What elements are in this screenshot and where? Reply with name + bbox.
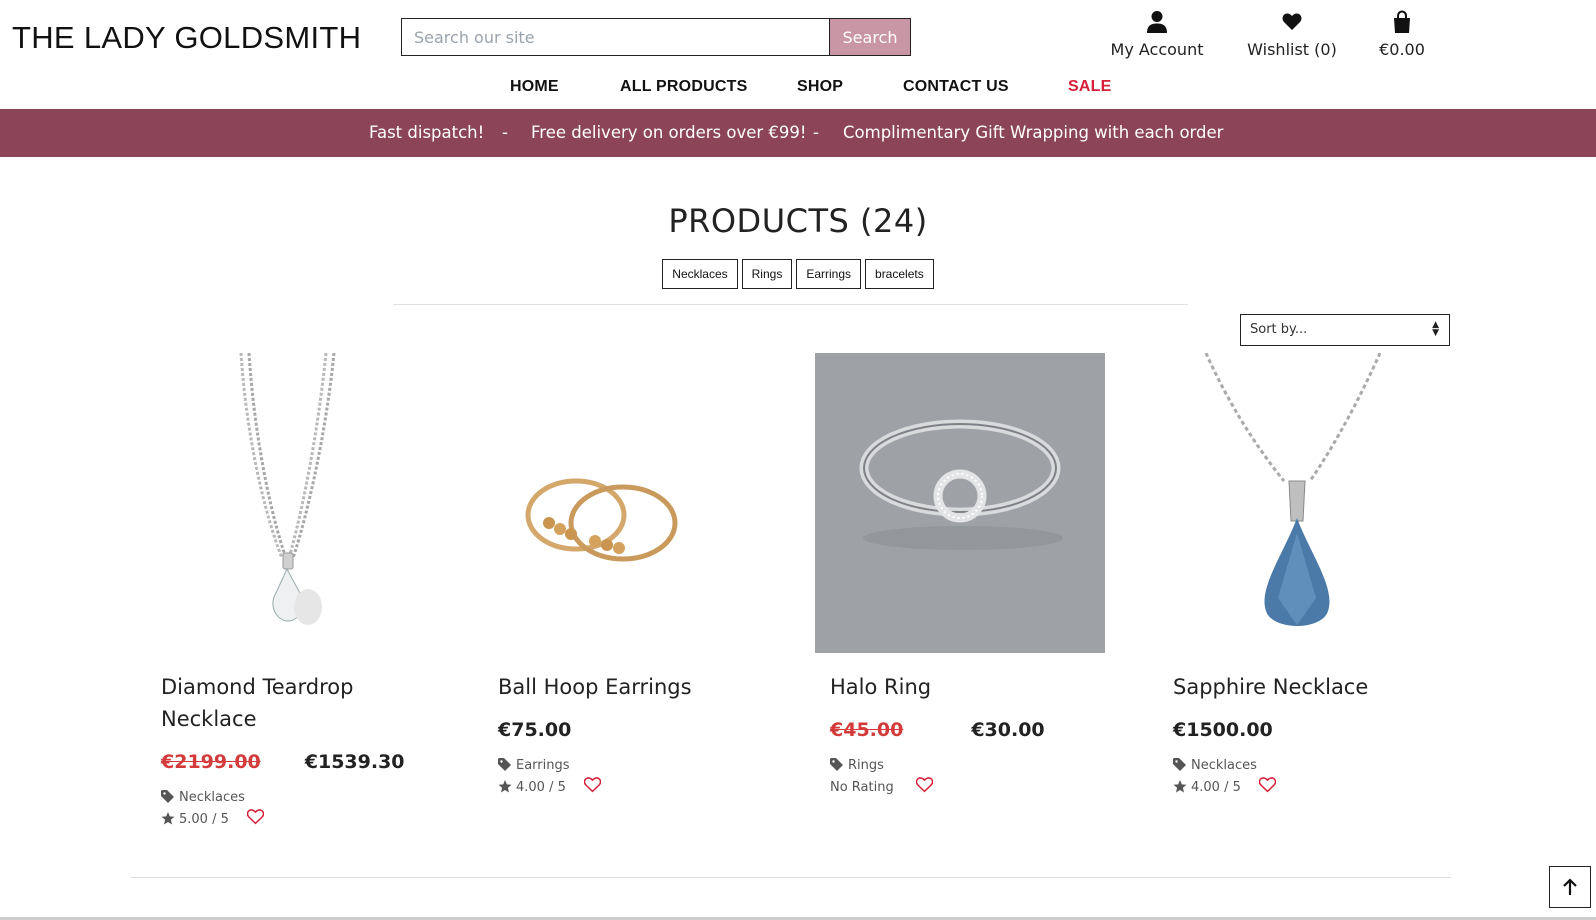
category-label: Necklaces [179, 790, 245, 805]
sort-select[interactable]: Sort by... ▲ ▼ [1240, 314, 1450, 346]
promo-separator: - [813, 123, 819, 142]
star-icon [1173, 780, 1187, 793]
promo-banner: Fast dispatch! - Free delivery on orders… [0, 109, 1596, 157]
product-price: €1500.00 [1173, 719, 1273, 741]
product-rating: 4.00 / 5 [498, 780, 566, 795]
star-icon [498, 780, 512, 793]
rating-label: 5.00 / 5 [179, 812, 229, 827]
sort-label: Sort by... [1250, 322, 1308, 337]
product-category[interactable]: Rings [830, 758, 884, 773]
arrow-up-icon [1563, 878, 1577, 895]
add-to-wishlist-heart-icon[interactable] [916, 777, 933, 793]
my-account-label: My Account [1110, 40, 1204, 59]
product-name[interactable]: Halo Ring [830, 671, 1100, 703]
tag-icon [830, 758, 843, 771]
heart-icon [1282, 13, 1302, 30]
nav-home[interactable]: HOME [510, 78, 559, 96]
page-title: PRODUCTS (24) [668, 202, 928, 240]
promo-free-delivery: Free delivery on orders over €99! [531, 123, 807, 142]
sale-price: €30.00 [971, 719, 1045, 741]
category-label: Earrings [516, 758, 570, 773]
wishlist-link[interactable]: Wishlist (0) [1242, 10, 1342, 59]
product-category[interactable]: Necklaces [161, 790, 245, 805]
tag-icon [161, 790, 174, 803]
shopping-bag-link[interactable]: €0.00 [1362, 10, 1442, 59]
category-label: Necklaces [1191, 758, 1257, 773]
category-earrings-button[interactable]: Earrings [796, 259, 862, 289]
product-category[interactable]: Earrings [498, 758, 570, 773]
product-category[interactable]: Necklaces [1173, 758, 1257, 773]
original-price: €45.00 [830, 719, 904, 741]
rating-label: 4.00 / 5 [516, 780, 566, 795]
search-button[interactable]: Search [829, 18, 911, 56]
product-price: €75.00 [498, 719, 571, 741]
rating-label: No Rating [830, 780, 894, 795]
user-icon [1147, 11, 1167, 33]
product-price: €2199.00 €1539.30 [161, 751, 405, 773]
product-rating: 5.00 / 5 [161, 812, 229, 827]
divider [393, 304, 1188, 305]
back-to-top-button[interactable] [1549, 866, 1591, 908]
product-rating: No Rating [830, 780, 894, 795]
price: €75.00 [498, 719, 572, 741]
wishlist-label: Wishlist (0) [1247, 40, 1337, 59]
product-image[interactable] [815, 353, 1105, 653]
tag-icon [498, 758, 511, 771]
nav-sale[interactable]: SALE [1068, 78, 1111, 96]
category-rings-button[interactable]: Rings [741, 259, 793, 289]
product-price: €45.00 €30.00 [830, 719, 1045, 741]
shopping-bag-icon [1394, 10, 1410, 33]
category-necklaces-button[interactable]: Necklaces [662, 259, 738, 289]
promo-gift-wrapping: Complimentary Gift Wrapping with each or… [843, 123, 1224, 142]
search-bar: Search [401, 18, 911, 56]
price: €1500.00 [1173, 719, 1273, 741]
sale-price: €1539.30 [304, 751, 405, 773]
product-name[interactable]: Sapphire Necklace [1173, 671, 1443, 703]
divider [131, 877, 1451, 878]
my-account-link[interactable]: My Account [1107, 10, 1207, 59]
category-filters: Necklaces Rings Earrings bracelets [0, 259, 1596, 289]
main-nav: HOME ALL PRODUCTS SHOP CONTACT US SALE [0, 78, 1596, 100]
product-name[interactable]: Ball Hoop Earrings [498, 671, 768, 703]
nav-contact-us[interactable]: CONTACT US [903, 78, 1009, 96]
bag-total: €0.00 [1379, 40, 1425, 59]
category-bracelets-button[interactable]: bracelets [865, 259, 934, 289]
site-logo[interactable]: THE LADY GOLDSMITH [12, 20, 361, 56]
rating-label: 4.00 / 5 [1191, 780, 1241, 795]
add-to-wishlist-heart-icon[interactable] [1259, 777, 1276, 793]
product-rating: 4.00 / 5 [1173, 780, 1241, 795]
promo-separator: - [502, 123, 508, 142]
product-image[interactable] [483, 353, 773, 653]
star-icon [161, 812, 175, 825]
original-price: €2199.00 [161, 751, 261, 773]
nav-all-products[interactable]: ALL PRODUCTS [620, 78, 747, 96]
add-to-wishlist-heart-icon[interactable] [584, 777, 601, 793]
add-to-wishlist-heart-icon[interactable] [247, 809, 264, 825]
product-image[interactable] [1158, 353, 1448, 653]
search-input[interactable] [401, 18, 829, 56]
promo-dispatch: Fast dispatch! [369, 123, 485, 142]
sort-arrows-icon: ▲ ▼ [1432, 320, 1439, 338]
nav-shop[interactable]: SHOP [797, 78, 843, 96]
tag-icon [1173, 758, 1186, 771]
product-name[interactable]: Diamond Teardrop Necklace [161, 671, 431, 735]
product-image[interactable] [146, 353, 436, 653]
category-label: Rings [848, 758, 884, 773]
